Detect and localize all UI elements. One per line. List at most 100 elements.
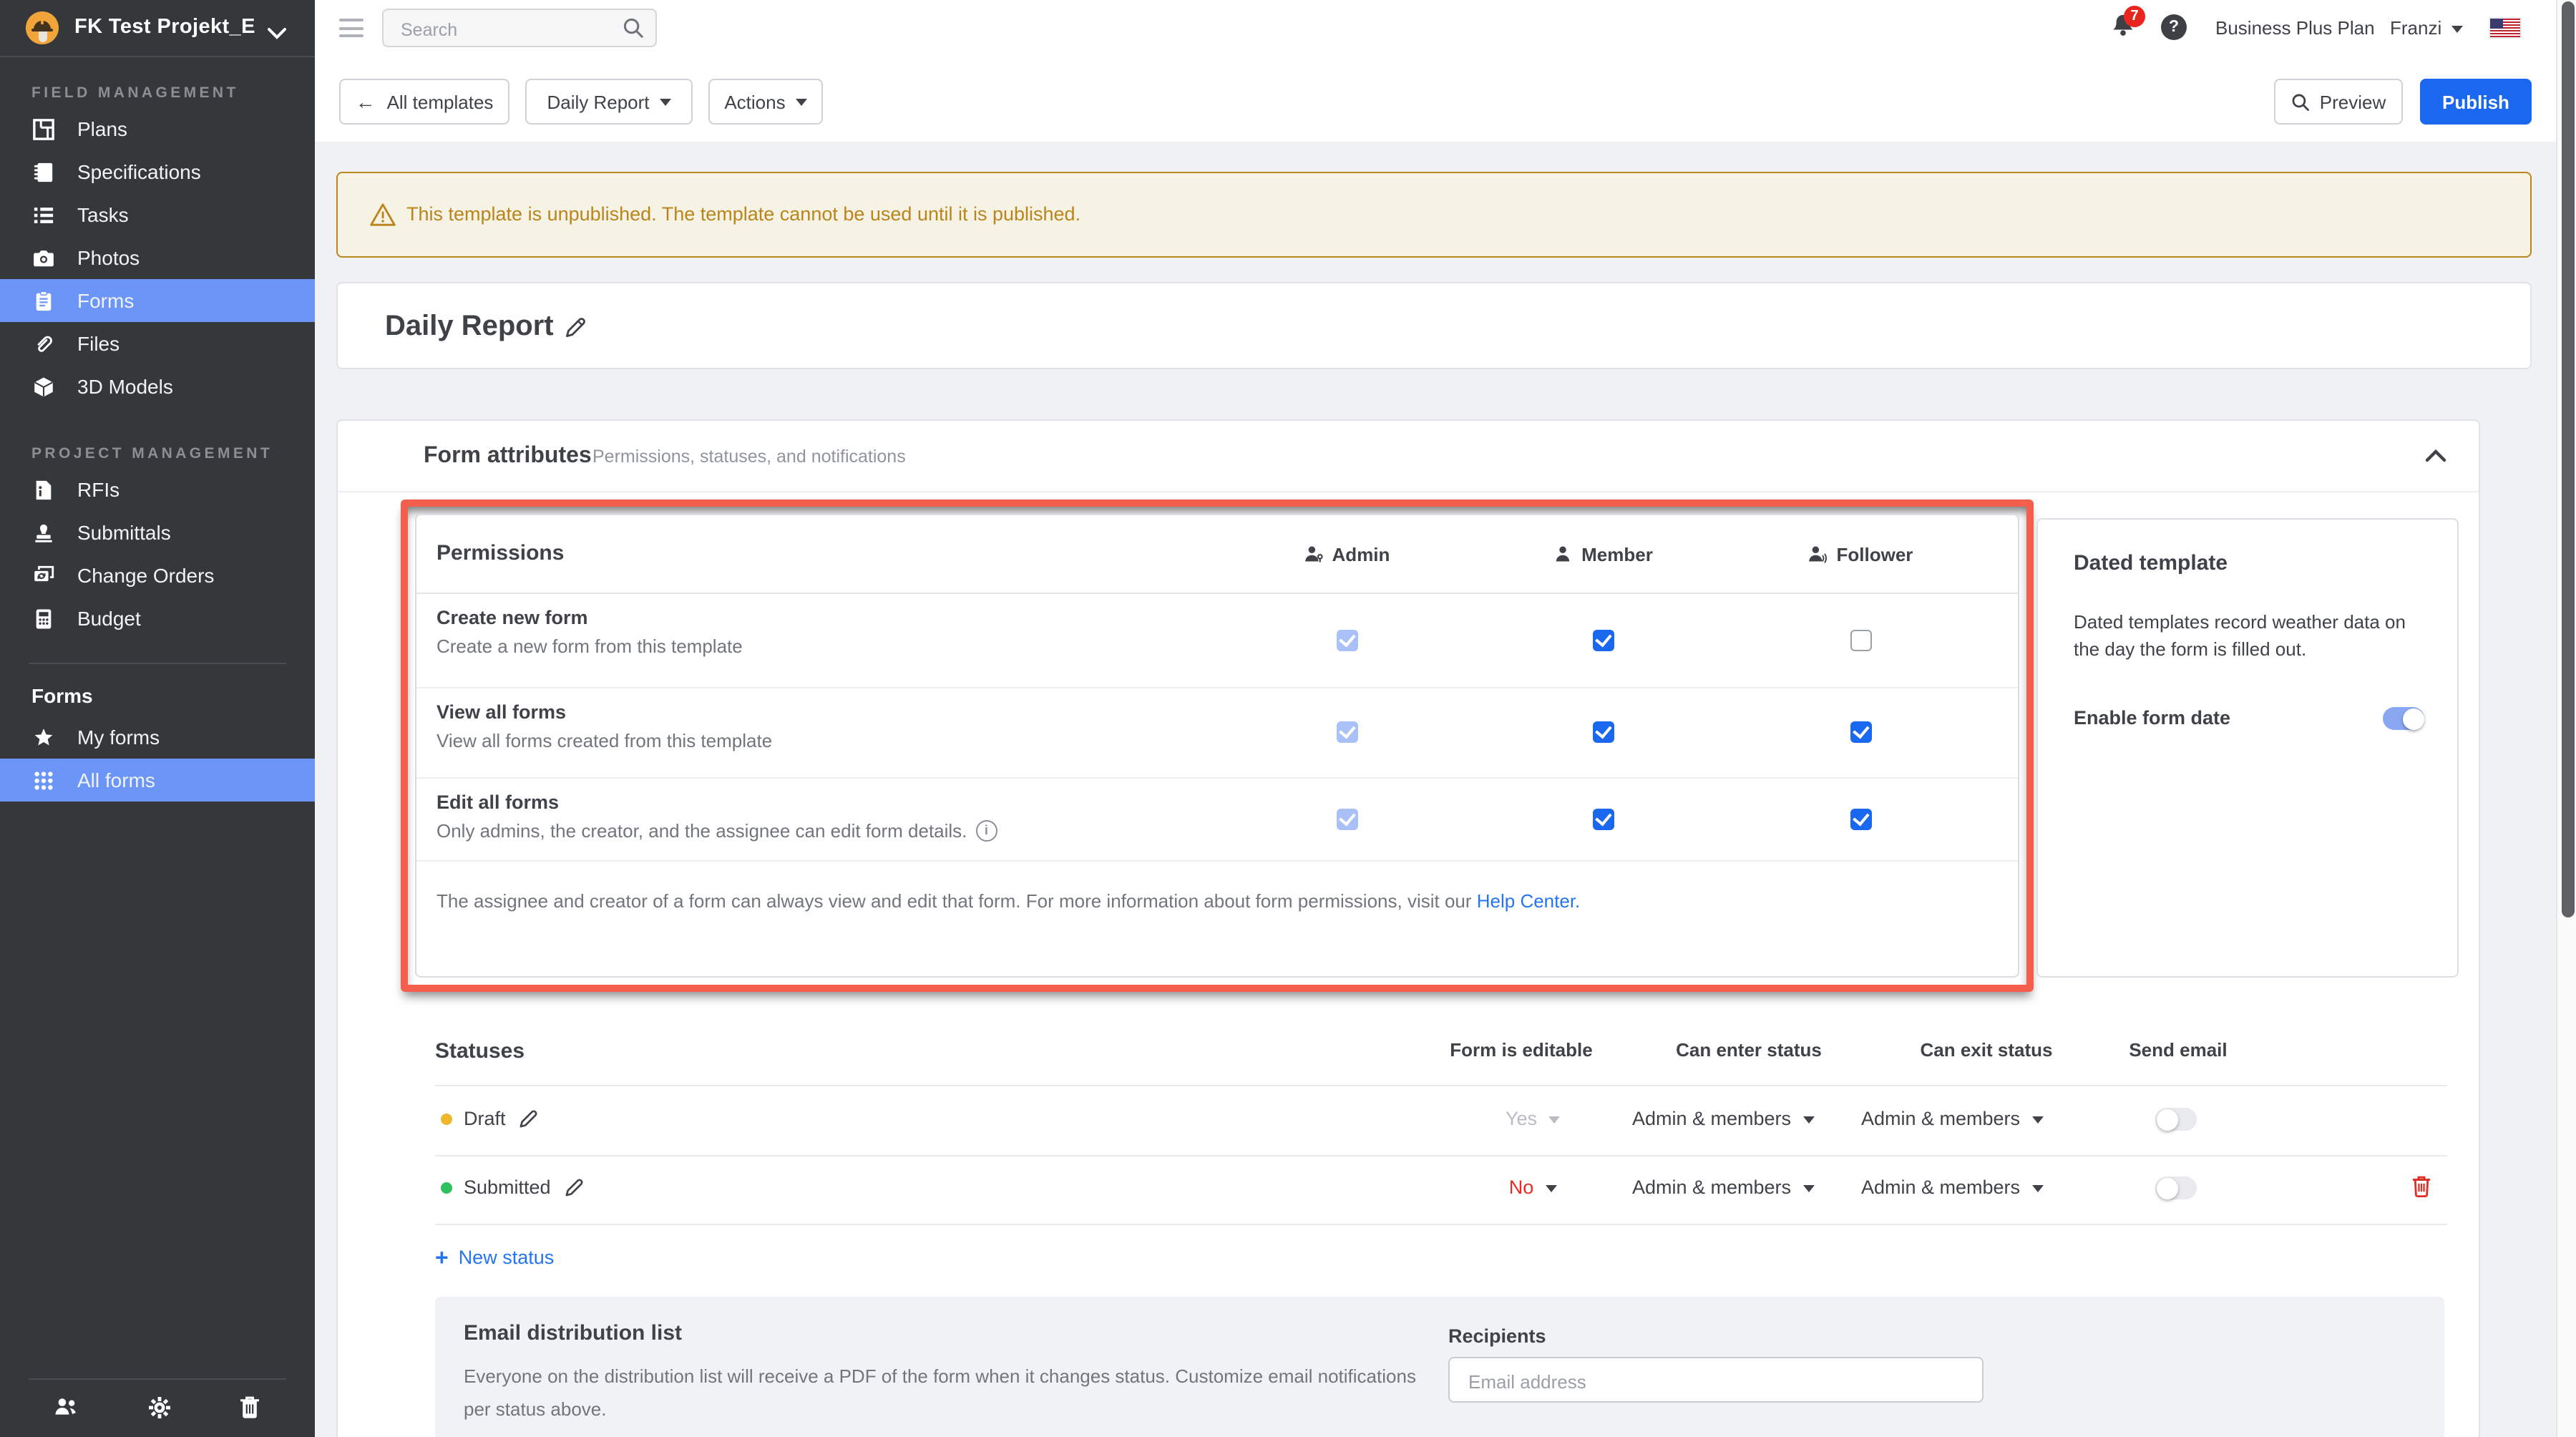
language-flag-icon[interactable] <box>2490 19 2520 37</box>
scrollbar-thumb[interactable] <box>2561 1 2574 917</box>
project-switcher[interactable]: FK Test Projekt_E <box>0 0 315 57</box>
chevron-down-icon <box>268 21 286 47</box>
help-icon[interactable]: ? <box>2161 14 2187 40</box>
sidebar-item-forms[interactable]: Forms <box>0 279 315 322</box>
forms-icon <box>31 289 54 312</box>
column-header-member: Member <box>1488 515 1717 593</box>
checkbox-view-follower[interactable] <box>1850 721 1871 742</box>
chevron-down-icon <box>2451 26 2463 33</box>
user-name: Franzi <box>2390 17 2441 39</box>
email-distribution-section: Email distribution list Everyone on the … <box>435 1297 2444 1437</box>
column-header-send-email: Send email <box>2049 1039 2307 1061</box>
sidebar-item-label: 3D Models <box>77 375 173 398</box>
notifications-bell[interactable]: 7 <box>2108 11 2142 46</box>
sidebar-item-rfis[interactable]: RFIs <box>0 468 315 511</box>
section-label-project-management: PROJECT MANAGEMENT <box>31 445 315 462</box>
admin-person-icon <box>1304 544 1324 564</box>
plan-label: Business Plus Plan <box>2215 0 2375 56</box>
send-email-toggle-submitted[interactable] <box>2155 1177 2197 1199</box>
photos-icon <box>31 246 54 269</box>
delete-status-trash-icon[interactable] <box>2411 1175 2431 1205</box>
warning-text: This template is unpublished. The templa… <box>406 173 1080 256</box>
can-exit-dropdown-draft[interactable]: Admin & members <box>1809 1108 2095 1129</box>
sidebar-item-3d-models[interactable]: 3D Models <box>0 365 315 408</box>
status-dot-submitted <box>441 1182 452 1194</box>
permissions-footnote: The assignee and creator of a form can a… <box>436 890 1580 912</box>
sidebar-item-label: Plans <box>77 117 127 140</box>
preview-button[interactable]: Preview <box>2274 79 2403 125</box>
sidebar-item-my-forms[interactable]: My forms <box>0 716 315 759</box>
sidebar-item-label: Photos <box>77 246 140 269</box>
permission-row-edit-all-forms: Edit all forms Only admins, the creator,… <box>416 777 2018 862</box>
collapse-chevron-up-icon[interactable] <box>2424 445 2447 471</box>
permission-row-view-all-forms: View all forms View all forms created fr… <box>416 687 2018 779</box>
section-title: Form attributes <box>424 421 592 491</box>
template-select-button[interactable]: Daily Report <box>525 79 693 125</box>
sidebar-item-all-forms[interactable]: All forms <box>0 759 315 802</box>
help-center-link[interactable]: Help Center. <box>1477 890 1581 912</box>
notification-count-badge: 7 <box>2124 6 2145 27</box>
email-distribution-title: Email distribution list <box>464 1321 682 1345</box>
people-icon[interactable] <box>54 1395 79 1420</box>
column-header-can-enter-status: Can enter status <box>1620 1039 1878 1061</box>
top-bar: 7 ? Business Plus Plan Franzi <box>315 0 2576 57</box>
unpublished-warning-banner: This template is unpublished. The templa… <box>336 172 2532 258</box>
page-scrollbar[interactable] <box>2556 0 2576 1437</box>
checkbox-edit-admin <box>1336 808 1357 829</box>
edit-title-pencil-icon[interactable] <box>564 315 588 346</box>
chevron-down-icon <box>796 98 807 105</box>
all-templates-back-button[interactable]: ← All templates <box>339 79 509 125</box>
sidebar-item-submittals[interactable]: Submittals <box>0 511 315 554</box>
search-input[interactable] <box>398 11 618 47</box>
checkbox-edit-member[interactable] <box>1592 808 1614 829</box>
enable-form-date-label: Enable form date <box>2074 707 2230 729</box>
status-dot-draft <box>441 1114 452 1125</box>
sidebar-item-photos[interactable]: Photos <box>0 236 315 279</box>
sidebar-item-label: Specifications <box>77 160 201 183</box>
sidebar-item-plans[interactable]: Plans <box>0 107 315 150</box>
member-person-icon <box>1553 544 1573 564</box>
sidebar-item-change-orders[interactable]: Change Orders <box>0 554 315 597</box>
hamburger-menu-icon[interactable] <box>339 19 364 37</box>
edit-status-pencil-icon[interactable] <box>564 1177 585 1205</box>
can-exit-dropdown-submitted[interactable]: Admin & members <box>1809 1177 2095 1198</box>
change-orders-icon <box>31 564 54 587</box>
column-header-follower: Follower <box>1746 515 1975 593</box>
sidebar-item-label: Change Orders <box>77 564 214 587</box>
sidebar-item-tasks[interactable]: Tasks <box>0 193 315 236</box>
actions-button[interactable]: Actions <box>708 79 823 125</box>
sidebar-item-label: Budget <box>77 607 141 630</box>
warning-icon <box>369 202 396 235</box>
publish-button[interactable]: Publish <box>2420 79 2532 125</box>
sidebar-item-budget[interactable]: Budget <box>0 597 315 640</box>
checkbox-edit-follower[interactable] <box>1850 808 1871 829</box>
sidebar: FK Test Projekt_E FIELD MANAGEMENT Plans… <box>0 0 315 1437</box>
sidebar-item-specifications[interactable]: Specifications <box>0 150 315 193</box>
files-icon <box>31 332 54 355</box>
edit-status-pencil-icon[interactable] <box>518 1108 540 1136</box>
cube-3d-icon <box>31 375 54 398</box>
dated-template-description: Dated templates record weather data on t… <box>2074 608 2424 663</box>
chevron-down-icon <box>660 98 671 105</box>
enable-form-date-toggle[interactable] <box>2383 707 2424 730</box>
divider <box>435 1155 2447 1156</box>
column-header-admin: Admin <box>1232 515 1461 593</box>
send-email-toggle-draft[interactable] <box>2155 1108 2197 1131</box>
user-menu[interactable]: Franzi <box>2390 0 2463 56</box>
stamp-icon <box>31 521 54 544</box>
trash-icon[interactable] <box>239 1395 263 1420</box>
email-address-input[interactable] <box>1465 1363 1972 1400</box>
checkbox-view-member[interactable] <box>1592 721 1614 742</box>
sidebar-item-files[interactable]: Files <box>0 322 315 365</box>
form-attributes-card: Form attributes Permissions, statuses, a… <box>336 419 2480 1437</box>
info-icon[interactable]: i <box>975 820 997 842</box>
forms-group-heading: Forms <box>31 684 315 707</box>
checkbox-create-member[interactable] <box>1592 629 1614 651</box>
divider <box>435 1224 2447 1225</box>
follower-person-icon <box>1808 544 1828 564</box>
checkbox-create-follower[interactable] <box>1850 629 1871 651</box>
gear-icon[interactable] <box>147 1395 171 1420</box>
sidebar-item-label: RFIs <box>77 478 119 501</box>
new-status-button[interactable]: +New status <box>435 1247 554 1272</box>
specifications-icon <box>31 160 54 183</box>
